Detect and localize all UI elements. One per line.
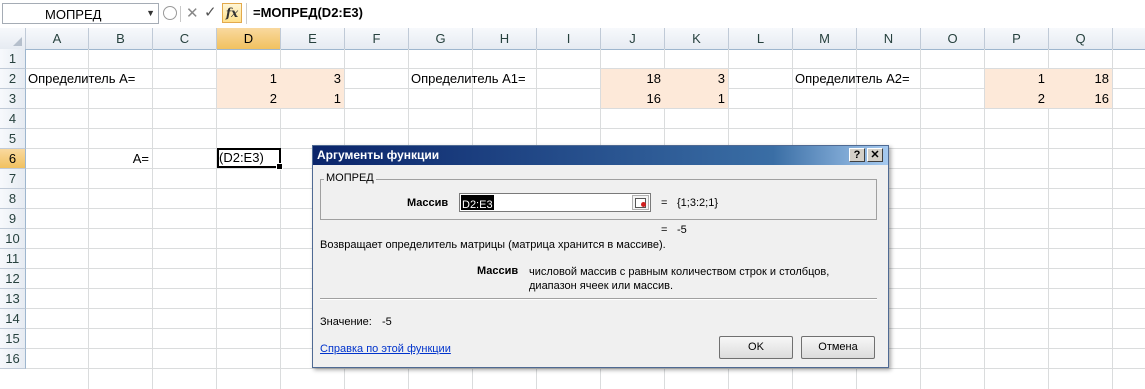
dialog-title-bar[interactable]: Аргументы функции ? ✕ [313,146,888,165]
cancel-icon[interactable]: ✕ [186,4,199,22]
argument-help-name: Массив [477,265,519,277]
row-header-15[interactable]: 15 [0,329,26,349]
cell-d3[interactable]: 2 [217,89,277,109]
column-header-m[interactable]: M [793,28,857,49]
row-header-5[interactable]: 5 [0,129,26,149]
formula-bar-separator [180,6,181,22]
dialog-title: Аргументы функции [317,148,440,162]
row-header-2[interactable]: 2 [0,69,26,89]
row-header-6[interactable]: 6 [0,149,26,169]
grid-row-line [26,88,1145,89]
row-header-16[interactable]: 16 [0,349,26,369]
function-name-label: МОПРЕД [324,172,376,184]
row-header-4[interactable]: 4 [0,109,26,129]
name-box-value: МОПРЕД [45,7,102,22]
name-box-dropdown-icon[interactable]: ▼ [146,8,155,18]
function-description: Возвращает определитель матрицы (матрица… [320,239,666,251]
collapse-dialog-icon[interactable] [632,195,649,210]
name-box[interactable]: МОПРЕД ▼ [2,3,159,24]
column-header-n[interactable]: N [857,28,921,49]
row-header-1[interactable]: 1 [0,49,26,69]
cell-b6[interactable]: А= [89,149,149,169]
grid-column-line [88,49,89,389]
column-header-k[interactable]: K [665,28,729,49]
cell-q3[interactable]: 16 [1049,89,1109,109]
column-header-p[interactable]: P [985,28,1049,49]
column-header-j[interactable]: J [601,28,665,49]
cell-m2[interactable]: Определитель А2= [795,69,910,89]
cell-d6[interactable]: (D2:E3) [219,148,264,168]
ok-button[interactable]: OK [719,336,793,359]
row-header-11[interactable]: 11 [0,249,26,269]
row-header-3[interactable]: 3 [0,89,26,109]
row-header-9[interactable]: 9 [0,209,26,229]
insert-function-button[interactable]: fx [222,3,242,23]
column-header-g[interactable]: G [409,28,473,49]
cancel-button[interactable]: Отмена [801,336,875,359]
column-header-f[interactable]: F [345,28,409,49]
cell-j2[interactable]: 18 [601,69,661,89]
argument-input[interactable]: D2:E3 [459,193,651,212]
cell-p3[interactable]: 2 [985,89,1045,109]
function-help-link[interactable]: Справка по этой функции [320,343,451,355]
value-label: Значение: [320,316,372,328]
grid-column-line [920,49,921,389]
cell-d2[interactable]: 1 [217,69,277,89]
row-header-10[interactable]: 10 [0,229,26,249]
grid-row-line [26,68,1145,69]
enter-checkmark-icon[interactable]: ✓ [204,3,217,21]
cell-q2[interactable]: 18 [1049,69,1109,89]
select-all-corner[interactable] [0,28,26,49]
row-header-7[interactable]: 7 [0,169,26,189]
row-header-8[interactable]: 8 [0,189,26,209]
close-button[interactable]: ✕ [867,148,883,162]
column-header-i[interactable]: I [537,28,601,49]
row-header-13[interactable]: 13 [0,289,26,309]
formula-value: -5 [382,316,392,328]
column-header-o[interactable]: O [921,28,985,49]
grid-column-line [152,49,153,389]
formula-input[interactable]: =МОПРЕД(D2:E3) [246,3,1145,24]
formula-bar-grip-icon [163,6,177,20]
column-header-l[interactable]: L [729,28,793,49]
cell-p2[interactable]: 1 [985,69,1045,89]
grid-row-line [26,368,1145,369]
dialog-divider [320,298,877,300]
argument-evaluated-value: {1;3:2;1} [677,197,718,209]
column-header-h[interactable]: H [473,28,537,49]
argument-input-selection: D2:E3 [461,195,494,211]
row-header-12[interactable]: 12 [0,269,26,289]
argument-help-description: числовой массив с равным количеством стр… [529,266,830,292]
argument-input-value: D2:E3 [462,199,493,211]
column-header-bar: ABCDEFGHIJKLMNOPQ [0,28,1145,50]
column-header-a[interactable]: A [26,28,89,49]
grid-row-line [26,108,1145,109]
formula-bar: МОПРЕД ▼ ✕ ✓ fx =МОПРЕД(D2:E3) [0,0,1145,29]
cell-j3[interactable]: 16 [601,89,661,109]
column-header-e[interactable]: E [281,28,345,49]
function-arguments-dialog: Аргументы функции ? ✕ МОПРЕД Массив D2:E… [312,145,889,368]
result-equals: = [661,224,668,236]
grid-row-line [26,128,1145,129]
cell-e3[interactable]: 1 [281,89,341,109]
row-header-14[interactable]: 14 [0,309,26,329]
column-header-d[interactable]: D [217,28,281,49]
column-header-b[interactable]: B [89,28,153,49]
cell-k3[interactable]: 1 [665,89,725,109]
argument-label: Массив [407,197,449,209]
formula-text: =МОПРЕД(D2:E3) [253,5,363,20]
argument-equals: = [661,197,668,209]
cell-g2[interactable]: Определитель А1= [411,69,526,89]
cell-k2[interactable]: 3 [665,69,725,89]
grid-column-line [1112,49,1113,389]
help-button[interactable]: ? [849,148,865,162]
cell-a2[interactable]: Определитель А= [28,69,135,89]
formula-result-value: -5 [677,224,687,236]
cell-e2[interactable]: 3 [281,69,341,89]
column-header-c[interactable]: C [153,28,217,49]
column-header-q[interactable]: Q [1049,28,1113,49]
